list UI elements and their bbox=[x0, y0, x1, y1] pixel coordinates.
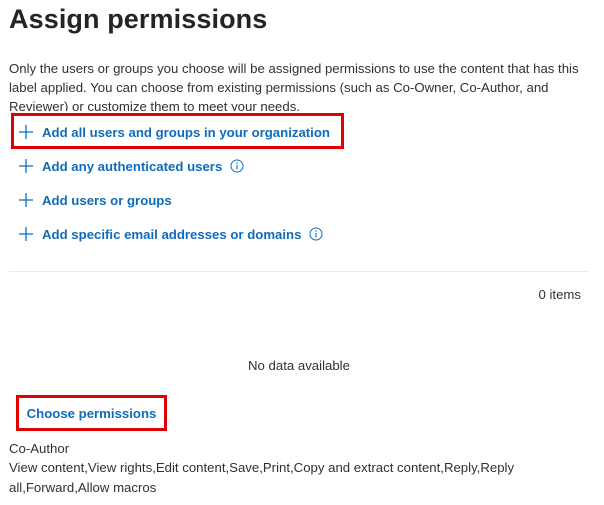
page-description: Only the users or groups you choose will… bbox=[9, 61, 579, 111]
plus-icon bbox=[19, 125, 33, 139]
plus-icon bbox=[19, 193, 33, 207]
plus-icon bbox=[19, 227, 33, 241]
add-all-users-label: Add all users and groups in your organiz… bbox=[42, 124, 330, 140]
info-icon[interactable] bbox=[230, 159, 244, 173]
plus-icon bbox=[19, 159, 33, 173]
add-all-users-button[interactable]: Add all users and groups in your organiz… bbox=[18, 121, 330, 143]
divider bbox=[9, 271, 589, 272]
empty-state-message: No data available bbox=[248, 358, 350, 373]
items-count: 0 items bbox=[538, 287, 581, 302]
add-users-or-groups-button[interactable]: Add users or groups bbox=[18, 189, 172, 211]
add-email-addresses-label: Add specific email addresses or domains bbox=[42, 226, 302, 242]
permission-role-name: Co-Author bbox=[9, 441, 70, 456]
add-authenticated-users-label: Add any authenticated users bbox=[42, 158, 223, 174]
add-authenticated-users-button[interactable]: Add any authenticated users bbox=[18, 155, 245, 177]
page-title: Assign permissions bbox=[9, 4, 268, 34]
info-icon[interactable] bbox=[309, 227, 323, 241]
add-users-or-groups-label: Add users or groups bbox=[42, 192, 172, 208]
add-email-addresses-button[interactable]: Add specific email addresses or domains bbox=[18, 223, 324, 245]
choose-permissions-link[interactable]: Choose permissions bbox=[27, 406, 157, 421]
choose-permissions-highlight: Choose permissions bbox=[16, 395, 167, 431]
permission-rights-list: View content,View rights,Edit content,Sa… bbox=[9, 460, 515, 495]
